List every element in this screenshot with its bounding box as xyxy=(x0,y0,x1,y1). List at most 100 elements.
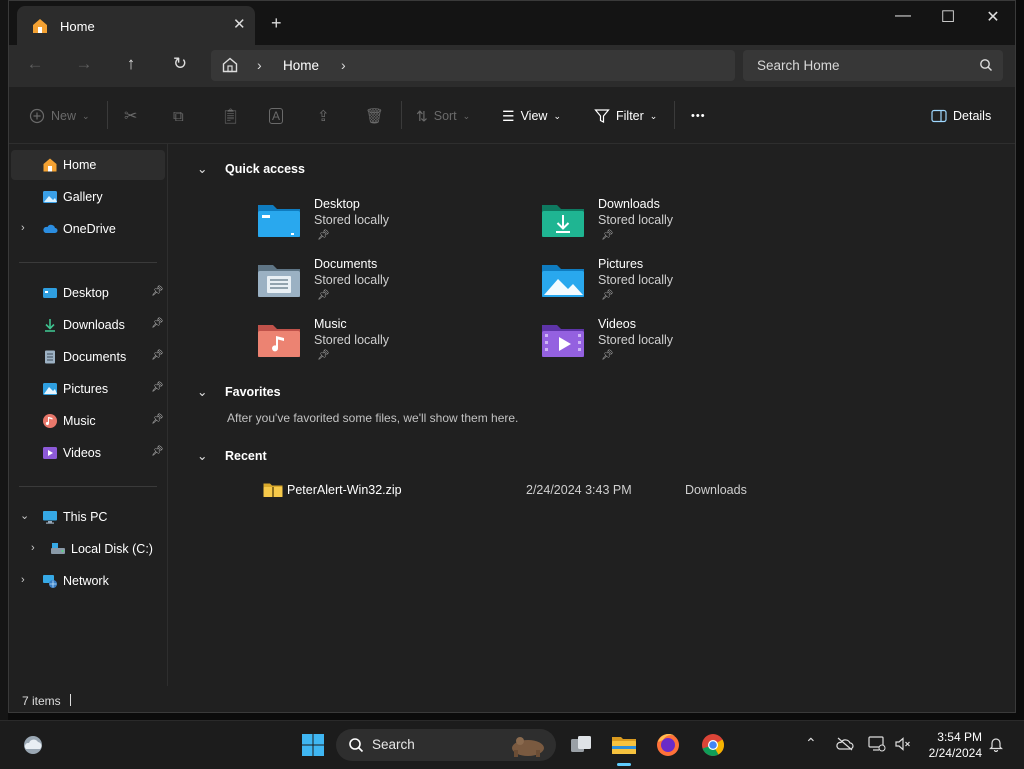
volume-muted-icon[interactable] xyxy=(894,736,912,752)
breadcrumb-chevron-icon[interactable]: › xyxy=(257,57,262,73)
sort-button[interactable]: ⇅ Sort ⌄ xyxy=(416,107,470,125)
quick-access-desktop[interactable]: Desktop Stored locally 📌︎ xyxy=(257,197,517,249)
onedrive-offline-icon[interactable] xyxy=(836,737,854,751)
item-name: Documents xyxy=(314,257,378,271)
divider xyxy=(19,486,157,487)
close-window-button[interactable]: ✕ xyxy=(973,7,1013,27)
file-explorer-icon[interactable] xyxy=(611,732,637,758)
chevron-up-icon[interactable]: ⌃ xyxy=(805,735,817,752)
back-button[interactable]: ← xyxy=(23,54,47,76)
address-bar[interactable]: › Home › xyxy=(211,50,735,81)
sidebar-item-documents[interactable]: Documents 📌︎ xyxy=(11,342,165,372)
main-content: ⌄ Quick access Desktop Stored locally 📌︎ … xyxy=(169,144,1015,686)
new-label: New xyxy=(51,109,77,123)
sidebar-item-downloads[interactable]: Downloads 📌︎ xyxy=(11,310,165,340)
up-button[interactable]: ↑ xyxy=(119,54,143,76)
favorites-header[interactable]: ⌄ Favorites xyxy=(197,384,281,399)
quick-access-downloads[interactable]: Downloads Stored locally 📌︎ xyxy=(541,197,801,249)
notification-bell-icon[interactable] xyxy=(989,736,1003,752)
chevron-right-icon[interactable]: › xyxy=(21,222,25,234)
chrome-icon[interactable] xyxy=(700,732,726,758)
zip-folder-icon xyxy=(263,483,283,497)
clock-date: 2/24/2024 xyxy=(928,746,982,760)
sidebar-item-home[interactable]: Home xyxy=(11,150,165,180)
new-button[interactable]: New ⌄ xyxy=(29,107,90,125)
filter-label: Filter xyxy=(616,109,644,123)
pin-icon[interactable]: 📌︎ xyxy=(151,382,164,393)
status-divider xyxy=(70,694,71,706)
sidebar-item-local-disk[interactable]: › Local Disk (C:) xyxy=(11,534,165,564)
search-highlight-icon xyxy=(512,737,544,757)
pin-icon[interactable]: 📌︎ xyxy=(151,414,164,425)
quick-access-music[interactable]: Music Stored locally 📌︎ xyxy=(257,317,517,369)
pin-icon[interactable]: 📌︎ xyxy=(151,446,164,457)
new-tab-button[interactable]: + xyxy=(271,13,282,34)
quick-access-videos[interactable]: Videos Stored locally 📌︎ xyxy=(541,317,801,369)
sidebar-item-label: OneDrive xyxy=(63,222,116,236)
chevron-down-icon[interactable]: ⌄ xyxy=(20,509,29,522)
system-clock[interactable]: 3:54 PM 2/24/2024 xyxy=(918,729,982,761)
share-icon: ⇪ xyxy=(317,108,330,125)
pin-icon[interactable]: 📌︎ xyxy=(151,286,164,297)
documents-folder-icon xyxy=(258,265,300,297)
forward-button[interactable]: → xyxy=(72,54,96,76)
breadcrumb[interactable]: Home xyxy=(283,58,319,73)
taskbar-search[interactable]: Search xyxy=(336,729,556,761)
chevron-down-icon: ⌄ xyxy=(82,110,90,121)
delete-button[interactable]: 🗑︎ xyxy=(365,107,384,125)
search-input[interactable]: Search Home xyxy=(743,50,1003,81)
quick-access-header[interactable]: ⌄ Quick access xyxy=(197,161,305,176)
sidebar-item-network[interactable]: › Network xyxy=(11,566,165,596)
filter-button[interactable]: Filter ⌄ xyxy=(594,107,657,125)
view-icon: ☰ xyxy=(502,107,515,124)
quick-access-documents[interactable]: Documents Stored locally 📌︎ xyxy=(257,257,517,309)
pin-icon: 📌︎ xyxy=(317,230,330,241)
task-view-icon[interactable] xyxy=(568,732,594,758)
navigation-pane: Home Gallery › OneDrive Desktop 📌︎ Downl… xyxy=(9,144,167,686)
quick-access-pictures[interactable]: Pictures Stored locally 📌︎ xyxy=(541,257,801,309)
firefox-icon[interactable] xyxy=(655,732,681,758)
copy-button[interactable]: ⧉ xyxy=(173,107,184,125)
pictures-icon xyxy=(43,383,57,395)
recent-file-row[interactable]: PeterAlert-Win32.zip 2/24/2024 3:43 PM D… xyxy=(255,480,855,504)
sidebar-item-desktop[interactable]: Desktop 📌︎ xyxy=(11,278,165,308)
view-button[interactable]: ☰ View ⌄ xyxy=(502,107,561,125)
music-folder-icon xyxy=(258,325,300,357)
sidebar-item-music[interactable]: Music 📌︎ xyxy=(11,406,165,436)
weather-icon[interactable] xyxy=(20,732,46,758)
network-icon xyxy=(43,575,57,588)
desktop-folder-icon xyxy=(43,288,57,298)
pane-divider[interactable] xyxy=(167,144,168,686)
sidebar-item-pictures[interactable]: Pictures 📌︎ xyxy=(11,374,165,404)
cut-button[interactable]: ✂ xyxy=(124,107,137,125)
windows-start-icon[interactable] xyxy=(300,732,326,758)
breadcrumb-chevron-icon[interactable]: › xyxy=(341,57,346,73)
recent-header[interactable]: ⌄ Recent xyxy=(197,448,267,463)
more-options-button[interactable]: ••• xyxy=(691,107,706,125)
close-tab-button[interactable]: ✕ xyxy=(233,15,246,33)
network-status-icon[interactable] xyxy=(868,736,886,752)
paste-button[interactable]: 📋︎ xyxy=(221,107,240,125)
sidebar-item-gallery[interactable]: Gallery xyxy=(11,182,165,212)
sidebar-item-this-pc[interactable]: ⌄ This PC xyxy=(11,502,165,532)
chevron-right-icon[interactable]: › xyxy=(21,574,25,586)
filter-icon xyxy=(594,109,610,123)
sidebar-item-onedrive[interactable]: › OneDrive xyxy=(11,214,165,244)
chevron-right-icon[interactable]: › xyxy=(31,542,35,554)
clock-time: 3:54 PM xyxy=(937,730,982,744)
details-pane-button[interactable]: Details xyxy=(931,107,991,125)
computer-icon xyxy=(43,511,57,524)
pin-icon[interactable]: 📌︎ xyxy=(151,318,164,329)
tab-home[interactable]: Home ✕ xyxy=(17,6,255,45)
maximize-button[interactable]: ☐ xyxy=(928,7,968,27)
chevron-down-icon: ⌄ xyxy=(197,449,208,463)
chevron-down-icon: ⌄ xyxy=(462,110,471,121)
rename-button[interactable]: A xyxy=(269,107,284,125)
taskbar: Search ⌃ 3:54 PM 2/24/2024 xyxy=(0,720,1024,769)
pin-icon[interactable]: 📌︎ xyxy=(151,350,164,361)
minimize-button[interactable]: — xyxy=(883,7,923,25)
refresh-button[interactable]: ↻ xyxy=(168,54,192,76)
share-button[interactable]: ⇪ xyxy=(317,107,330,125)
rename-icon: A xyxy=(269,108,284,124)
sidebar-item-videos[interactable]: Videos 📌︎ xyxy=(11,438,165,468)
